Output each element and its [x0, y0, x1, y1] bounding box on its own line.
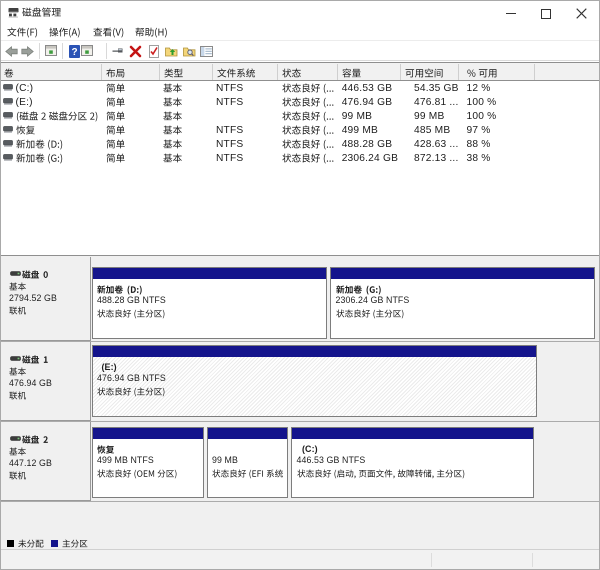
- svg-text:?: ?: [71, 47, 77, 58]
